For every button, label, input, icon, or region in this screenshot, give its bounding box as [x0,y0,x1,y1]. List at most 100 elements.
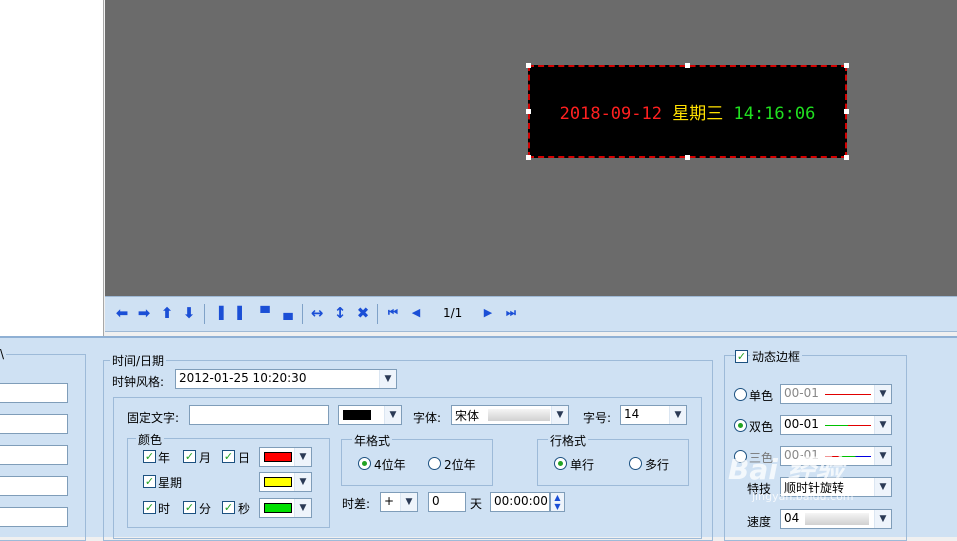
fit-size-icon[interactable]: ✖ [354,304,372,322]
offset-sign-value: + [384,494,395,508]
single-color-radio[interactable] [734,388,747,401]
led-time: 14:16:06 [733,104,816,124]
clock-style-select[interactable]: 2012-01-25 10:20:30 ▼ [175,369,397,389]
date-color-select[interactable]: ▼ [259,447,312,467]
fixed-text-input[interactable] [189,405,329,425]
day-label: 日 [238,451,251,465]
datetime-details-group: 固定文字: ▼ 字体: 宋体 ▼ 字号: 14 ▼ 颜色 ✓ 年 ✓ 月 ✓ 日… [113,397,702,539]
resize-handle[interactable] [685,155,690,160]
year-label: 年 [158,451,171,465]
offset-sign-select[interactable]: + ▼ [380,492,418,512]
double-color-label: 双色 [749,420,774,434]
font-size-label: 字号: [583,411,612,425]
last-page-icon[interactable]: ⏭ [502,304,520,322]
datetime-group: 时间/日期 时钟风格: 2012-01-25 10:20:30 ▼ 固定文字: … [103,352,713,541]
property-field-4[interactable] [0,476,68,496]
datetime-group-title: 时间/日期 [110,352,167,369]
time-color-select[interactable]: ▼ [259,498,312,518]
chevron-down-icon: ▼ [874,385,891,403]
chevron-down-icon: ▼ [874,478,891,496]
resize-handle[interactable] [526,63,531,68]
single-line-radio[interactable] [554,457,567,470]
year-format-title: 年格式 [352,432,393,449]
property-field-5[interactable] [0,507,68,527]
offset-days-input[interactable]: 0 [428,492,466,512]
month-label: 月 [199,451,212,465]
color-group-title: 颜色 [136,431,165,448]
fixed-text-color-select[interactable]: ▼ [338,405,402,425]
arrow-right-icon[interactable]: ➡ [135,304,153,322]
font-select[interactable]: 宋体 ▼ [451,405,569,425]
double-color-select[interactable]: 00-01 ▼ [780,415,892,435]
left-group-title: \ [0,347,7,361]
arrow-down-icon[interactable]: ⬇ [180,304,198,322]
resize-handle[interactable] [685,63,690,68]
align-right-icon[interactable]: ▌ [233,304,251,322]
week-checkbox[interactable]: ✓ [143,475,156,488]
hour-label: 时 [158,502,171,516]
offset-time-input[interactable]: 00:00:00 [490,492,550,512]
equal-height-icon[interactable]: ↕ [331,304,349,322]
minute-label: 分 [199,502,212,516]
minute-checkbox[interactable]: ✓ [183,501,196,514]
watermark-url: jingyan.baidu.com [752,490,854,503]
watermark-logo: Bai 经验 [728,453,844,486]
week-color-select[interactable]: ▼ [259,472,312,492]
day-checkbox[interactable]: ✓ [222,450,235,463]
font-preview [488,409,550,421]
led-weekday: 星期三 [672,104,724,124]
led-clock-text: 2018-09-12 星期三 14:16:06 [528,99,847,124]
chevron-down-icon: ▼ [294,473,311,491]
resize-handle[interactable] [844,155,849,160]
month-checkbox[interactable]: ✓ [183,450,196,463]
fixed-text-label: 固定文字: [127,411,180,425]
left-properties-group: \ [0,347,86,541]
arrow-up-icon[interactable]: ⬆ [158,304,176,322]
multi-line-radio[interactable] [629,457,642,470]
left-panel [0,0,104,336]
border-line-preview [825,425,871,426]
align-left-icon[interactable]: ▐ [210,304,228,322]
property-field-1[interactable] [0,383,68,403]
resize-handle[interactable] [526,155,531,160]
first-page-icon[interactable]: ⏮ [384,304,402,322]
offset-time-spinner[interactable]: ▲ ▼ [550,492,565,512]
two-digit-radio[interactable] [428,457,441,470]
week-label: 星期 [158,476,183,490]
four-digit-radio[interactable] [358,457,371,470]
property-field-3[interactable] [0,445,68,465]
next-page-icon[interactable]: ▶ [479,304,497,322]
chevron-down-icon: ▼ [400,493,417,511]
resize-handle[interactable] [844,63,849,68]
single-color-value: 00-01 [784,386,819,400]
led-date: 2018-09-12 [559,104,662,124]
chevron-down-icon: ▼ [551,406,568,424]
led-clock-element[interactable]: 2018-09-12 星期三 14:16:06 [526,63,849,160]
equal-width-icon[interactable]: ↔ [308,304,326,322]
year-checkbox[interactable]: ✓ [143,450,156,463]
speed-value: 04 [784,511,800,525]
hour-checkbox[interactable]: ✓ [143,501,156,514]
font-label: 字体: [413,411,442,425]
double-color-radio[interactable] [734,419,747,432]
arrow-left-icon[interactable]: ⬅ [113,304,131,322]
second-checkbox[interactable]: ✓ [222,501,235,514]
two-digit-label: 2位年 [444,458,476,472]
four-digit-label: 4位年 [374,458,406,472]
double-color-value: 00-01 [784,417,819,431]
dynamic-border-checkbox[interactable]: ✓ [735,350,748,363]
font-size-select[interactable]: 14 ▼ [620,405,687,425]
speed-select[interactable]: 04 ▼ [780,509,892,529]
align-top-icon[interactable]: ▀ [256,304,274,322]
align-bottom-icon[interactable]: ▄ [279,304,297,322]
second-label: 秒 [238,502,251,516]
prev-page-icon[interactable]: ◀ [407,304,425,322]
color-swatch [264,503,292,513]
property-field-2[interactable] [0,414,68,434]
line-format-title: 行格式 [548,432,589,449]
color-swatch [264,452,292,462]
clock-style-label: 时钟风格: [112,375,165,389]
color-swatch [343,410,371,420]
days-unit-label: 天 [470,497,483,511]
single-color-select[interactable]: 00-01 ▼ [780,384,892,404]
